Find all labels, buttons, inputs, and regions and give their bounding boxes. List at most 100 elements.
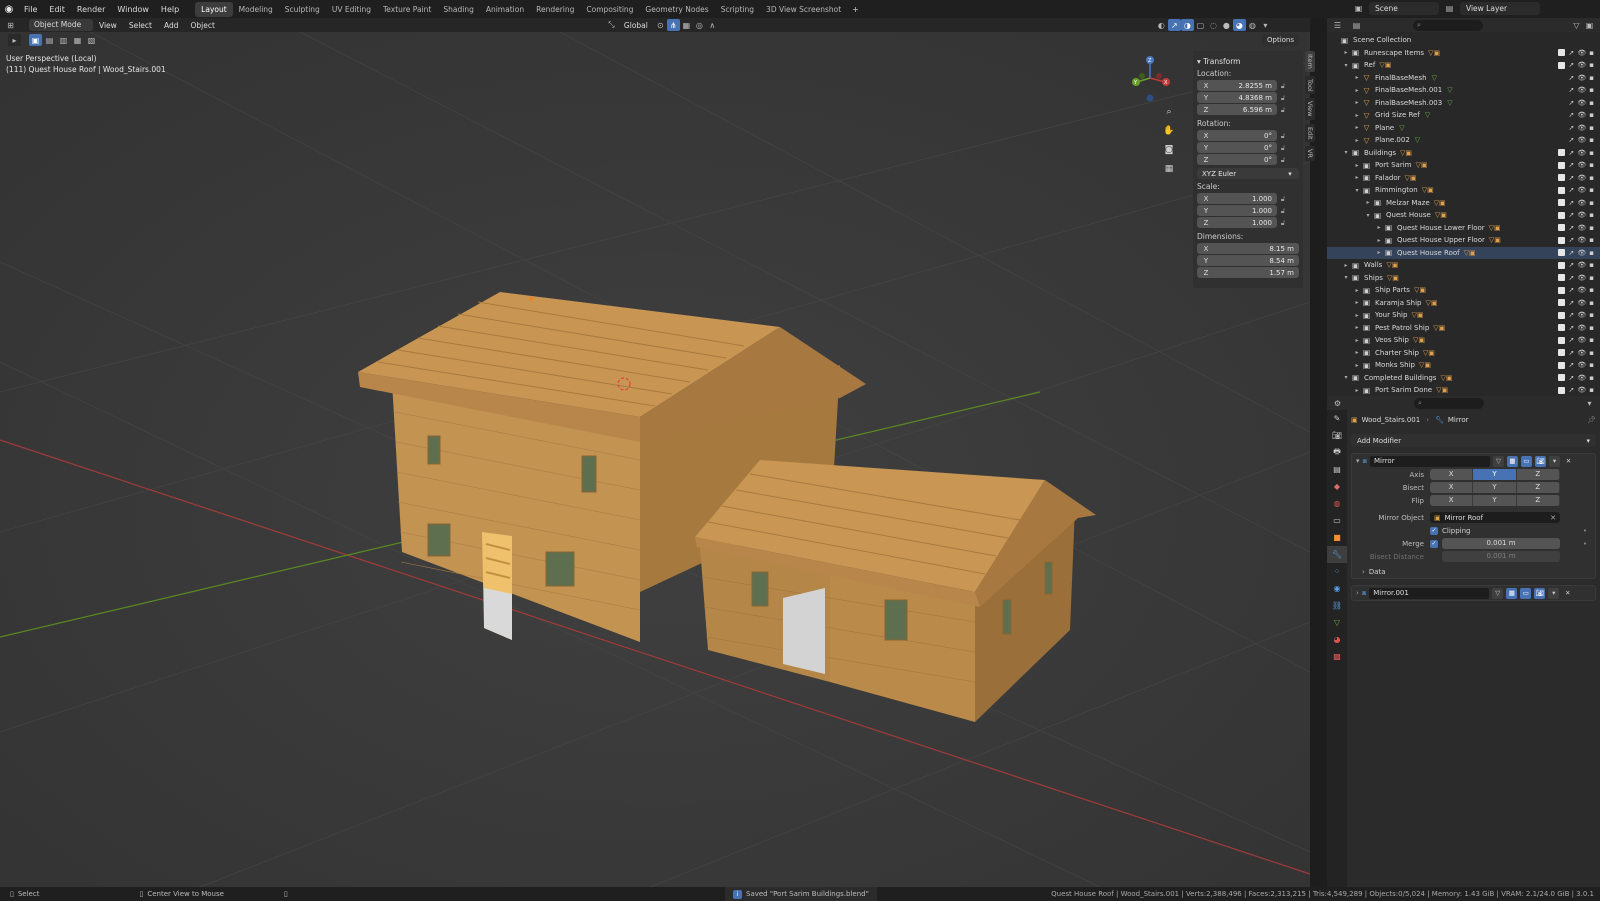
- render-icon[interactable]: 📷︎: [1534, 455, 1546, 467]
- dimensions-x-field[interactable]: X 8.15 m: [1197, 243, 1299, 254]
- eye-icon[interactable]: 👁︎: [1577, 299, 1586, 307]
- tab-texture-paint[interactable]: Texture Paint: [377, 2, 437, 17]
- dimensions-z-field[interactable]: Z 1.57 m: [1197, 267, 1299, 278]
- chevron-right-icon[interactable]: ▸: [1353, 162, 1361, 169]
- outliner-row[interactable]: ▸ ▣ Port Sarim Done ▽▣ ➚ 👁︎ ▪: [1327, 384, 1600, 396]
- close-icon[interactable]: ✕: [1563, 456, 1574, 467]
- tab-shading[interactable]: Shading: [437, 2, 479, 17]
- rotation-z-field[interactable]: Z 0°: [1197, 154, 1277, 165]
- chevron-right-icon[interactable]: ▸: [1353, 137, 1361, 144]
- blender-logo-icon[interactable]: ◉: [0, 0, 18, 18]
- eye-icon[interactable]: 👁︎: [1577, 61, 1586, 69]
- exclude-checkbox[interactable]: [1558, 361, 1566, 369]
- eye-icon[interactable]: 👁︎: [1577, 111, 1586, 119]
- camera-icon[interactable]: ▪: [1589, 299, 1594, 307]
- camera-icon[interactable]: ▪: [1589, 249, 1594, 257]
- rotation-x-field[interactable]: X 0°: [1197, 130, 1277, 141]
- menu-help[interactable]: Help: [155, 5, 185, 14]
- select-arrow-icon[interactable]: ➚: [1568, 149, 1574, 157]
- location-y-field[interactable]: Y 4.8368 m: [1197, 92, 1277, 103]
- lock-icon[interactable]: 🔓︎: [1277, 106, 1289, 115]
- exclude-checkbox[interactable]: [1558, 336, 1566, 344]
- chevron-right-icon[interactable]: ▸: [1375, 237, 1383, 244]
- exclude-checkbox[interactable]: [1558, 374, 1566, 382]
- tab-rendering[interactable]: Rendering: [530, 2, 580, 17]
- outliner-row[interactable]: ▸ ▽ FinalBaseMesh.003 ▽ ➚ 👁︎ ▪: [1327, 97, 1600, 110]
- camera-icon[interactable]: ▪: [1589, 174, 1594, 182]
- tool-tab-icon[interactable]: ✎: [1327, 410, 1347, 427]
- lock-icon[interactable]: 🔓︎: [1277, 144, 1289, 153]
- select-arrow-icon[interactable]: ➚: [1568, 161, 1574, 169]
- outliner-row[interactable]: ▸ ▣ Falador ▽▣ ➚ 👁︎ ▪: [1327, 172, 1600, 185]
- outliner-row[interactable]: ▾ ▣ Ships ▽▣ ➚ 👁︎ ▪: [1327, 272, 1600, 285]
- eye-icon[interactable]: 👁︎: [1577, 236, 1586, 244]
- mode-dropdown[interactable]: Object Mode: [29, 19, 93, 31]
- eye-icon[interactable]: 👁︎: [1577, 161, 1586, 169]
- chevron-right-icon[interactable]: ▸: [1375, 224, 1383, 231]
- shading-rendered-icon[interactable]: ◍: [1246, 19, 1259, 31]
- chevron-right-icon[interactable]: ▸: [1353, 324, 1361, 331]
- pivot-icon[interactable]: ⊙: [654, 19, 667, 31]
- select-arrow-icon[interactable]: ➚: [1568, 261, 1574, 269]
- camera-icon[interactable]: ▪: [1589, 274, 1594, 282]
- new-collection-icon[interactable]: ▣: [1583, 19, 1596, 31]
- edit-mode-icon[interactable]: ▦: [1506, 455, 1518, 467]
- chevron-right-icon[interactable]: ▸: [1353, 349, 1361, 356]
- select-arrow-icon[interactable]: ➚: [1568, 311, 1574, 319]
- flip-x-toggle[interactable]: X: [1430, 495, 1474, 506]
- location-z-field[interactable]: Z 6.596 m: [1197, 104, 1277, 115]
- menu-window[interactable]: Window: [111, 5, 155, 14]
- select-arrow-icon[interactable]: ➚: [1568, 249, 1574, 257]
- select-arrow-icon[interactable]: ➚: [1568, 386, 1574, 394]
- collapse-icon[interactable]: ▾: [1356, 457, 1360, 465]
- select-arrow-icon[interactable]: ➚: [1568, 211, 1574, 219]
- add-workspace-icon[interactable]: +: [847, 5, 864, 14]
- tab-tool[interactable]: Tool: [1305, 75, 1315, 95]
- mirror-name-field[interactable]: Mirror: [1369, 455, 1490, 467]
- bisect-y-toggle[interactable]: Y: [1473, 482, 1517, 493]
- exclude-checkbox[interactable]: [1558, 174, 1566, 182]
- menu-view[interactable]: View: [93, 21, 123, 30]
- outliner-row[interactable]: ▸ ▣ Quest House Lower Floor ▽▣ ➚ 👁︎ ▪: [1327, 222, 1600, 235]
- camera-icon[interactable]: ▪: [1589, 124, 1594, 132]
- chevron-right-icon[interactable]: ▸: [1353, 337, 1361, 344]
- navigation-gizmo[interactable]: Z X Y: [1125, 52, 1175, 104]
- eye-icon[interactable]: 👁︎: [1577, 249, 1586, 257]
- camera-icon[interactable]: ▪: [1589, 86, 1594, 94]
- view-layer-selector[interactable]: View Layer: [1460, 2, 1540, 15]
- menu-select[interactable]: Select: [123, 21, 158, 30]
- tab-edit[interactable]: Edit: [1305, 123, 1315, 143]
- camera-icon[interactable]: ▪: [1589, 149, 1594, 157]
- tab-vr[interactable]: VR: [1305, 146, 1315, 162]
- camera-icon[interactable]: ▪: [1589, 211, 1594, 219]
- chevron-down-icon[interactable]: ▾: [1353, 187, 1361, 194]
- chevron-down-icon[interactable]: ▾: [1342, 374, 1350, 381]
- select-arrow-icon[interactable]: ➚: [1568, 349, 1574, 357]
- display-mode-icon[interactable]: ▤: [1350, 19, 1363, 31]
- chevron-down-icon[interactable]: ▾: [1548, 587, 1560, 599]
- eye-icon[interactable]: 👁︎: [1577, 136, 1586, 144]
- scale-y-field[interactable]: Y 1.000: [1197, 205, 1277, 216]
- exclude-checkbox[interactable]: [1558, 211, 1566, 219]
- mesh-data-icon[interactable]: ▽: [1399, 124, 1404, 132]
- select-arrow-icon[interactable]: ➚: [1568, 361, 1574, 369]
- eye-icon[interactable]: 👁︎: [1577, 211, 1586, 219]
- scene-tab-icon[interactable]: ◆: [1327, 478, 1347, 495]
- exclude-checkbox[interactable]: [1558, 299, 1566, 307]
- chevron-down-icon[interactable]: ▾: [1364, 212, 1372, 219]
- outliner-row[interactable]: ▾ ▣ Completed Buildings ▽▣ ➚ 👁︎ ▪: [1327, 372, 1600, 385]
- menu-edit[interactable]: Edit: [43, 5, 71, 14]
- transform-header[interactable]: ▾ Transform: [1197, 57, 1299, 66]
- constraints-tab-icon[interactable]: ⛓︎: [1327, 597, 1347, 614]
- select-arrow-icon[interactable]: ➚: [1568, 124, 1574, 132]
- tab-3d-view-screenshot[interactable]: 3D View Screenshot: [760, 2, 847, 17]
- eye-icon[interactable]: 👁︎: [1577, 86, 1586, 94]
- tab-uv-editing[interactable]: UV Editing: [326, 2, 377, 17]
- outliner-row[interactable]: ▸ ▣ Port Sarim ▽▣ ➚ 👁︎ ▪: [1327, 159, 1600, 172]
- menu-render[interactable]: Render: [71, 5, 111, 14]
- select-arrow-icon[interactable]: ➚: [1568, 136, 1574, 144]
- filter-icon[interactable]: ▽: [1570, 19, 1583, 31]
- exclude-checkbox[interactable]: [1558, 224, 1566, 232]
- outliner-row[interactable]: ▾ ▣ Rimmington ▽▣ ➚ 👁︎ ▪: [1327, 184, 1600, 197]
- material-tab-icon[interactable]: ◕: [1327, 631, 1347, 648]
